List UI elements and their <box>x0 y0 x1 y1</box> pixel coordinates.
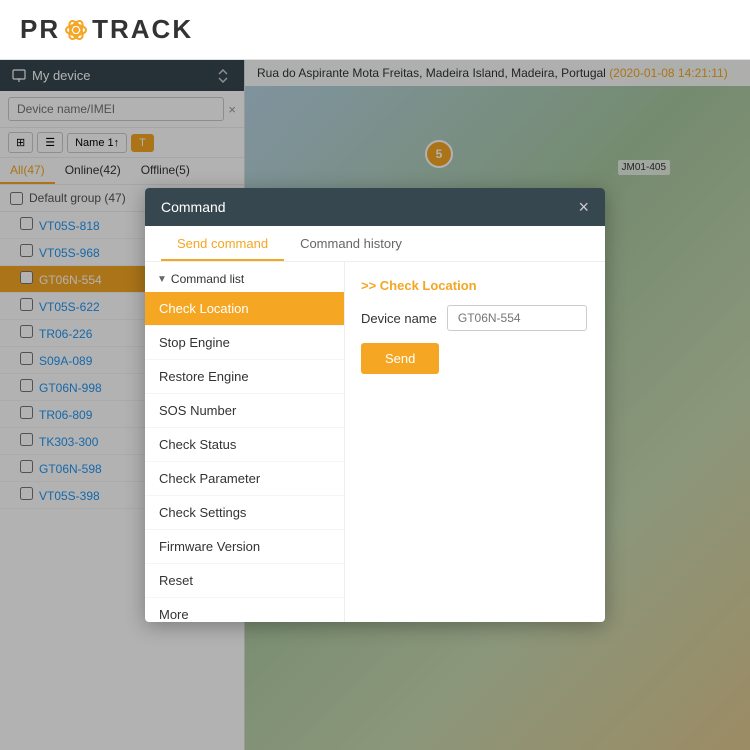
collapse-arrow-icon[interactable]: ▼ <box>157 274 167 285</box>
logo-pre: PR <box>20 14 60 45</box>
logo: PR TRACK <box>20 14 193 45</box>
command-item-check-location[interactable]: Check Location <box>145 292 344 326</box>
command-list-header: ▼ Command list <box>145 262 344 292</box>
command-item-sos-number[interactable]: SOS Number <box>145 394 344 428</box>
send-button[interactable]: Send <box>361 343 439 374</box>
dialog-body: ▼ Command list Check Location Stop Engin… <box>145 262 605 622</box>
check-location-link[interactable]: >> Check Location <box>361 278 589 293</box>
header: PR TRACK <box>0 0 750 60</box>
main: My device × ⊞ ☰ Name 1↑ T All(47) Online… <box>0 60 750 750</box>
command-item-more[interactable]: More <box>145 598 344 622</box>
dialog-tabs: Send command Command history <box>145 226 605 262</box>
dialog-close-button[interactable]: × <box>578 198 589 216</box>
dialog-title: Command <box>161 199 226 215</box>
command-item-check-settings[interactable]: Check Settings <box>145 496 344 530</box>
command-item-check-status[interactable]: Check Status <box>145 428 344 462</box>
tab-command-history[interactable]: Command history <box>284 226 418 261</box>
tab-send-command[interactable]: Send command <box>161 226 284 261</box>
command-dialog: Command × Send command Command history ▼… <box>145 188 605 622</box>
device-name-row: Device name <box>361 305 589 331</box>
command-list-label: Command list <box>171 272 244 286</box>
command-item-reset[interactable]: Reset <box>145 564 344 598</box>
command-item-stop-engine[interactable]: Stop Engine <box>145 326 344 360</box>
device-name-input[interactable] <box>447 305 587 331</box>
command-item-restore-engine[interactable]: Restore Engine <box>145 360 344 394</box>
command-right-panel: >> Check Location Device name Send <box>345 262 605 622</box>
command-list-panel: ▼ Command list Check Location Stop Engin… <box>145 262 345 622</box>
command-item-check-parameter[interactable]: Check Parameter <box>145 462 344 496</box>
logo-icon <box>62 16 90 44</box>
modal-overlay[interactable]: Command × Send command Command history ▼… <box>0 60 750 750</box>
logo-post: TRACK <box>92 14 193 45</box>
dialog-header: Command × <box>145 188 605 226</box>
device-name-label: Device name <box>361 311 437 326</box>
command-item-firmware-version[interactable]: Firmware Version <box>145 530 344 564</box>
